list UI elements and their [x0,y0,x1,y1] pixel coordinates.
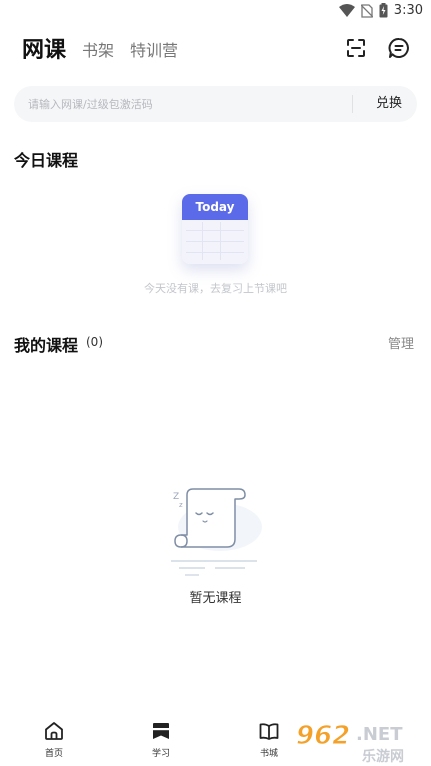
battery-charging-icon [379,3,388,18]
redeem-button[interactable]: 兑换 [366,86,412,122]
book-icon [259,723,279,740]
nav-item-bookstore[interactable]: 书城 [239,720,299,759]
wifi-icon [338,3,355,17]
empty-scroll-illustration: Z z [171,488,262,576]
tab-training-camp[interactable]: 特训营 [130,37,178,61]
status-icons: 3:30 [338,3,423,18]
study-icon [153,723,169,739]
status-bar: 3:30 [0,0,431,24]
today-card-grid [182,220,248,264]
status-time: 3:30 [393,3,423,18]
header: 网课 书架 特训营 [0,30,431,66]
activation-code-input[interactable] [28,86,348,122]
manage-button[interactable]: 管理 [388,333,414,352]
today-card-label: Today [182,194,248,220]
svg-text:z: z [179,501,183,509]
today-courses-title: 今日课程 [14,151,79,170]
today-empty-text: 今天没有课，去复习上节课吧 [144,282,287,295]
my-courses-title: 我的课程 [14,336,79,355]
nav-label-study: 学习 [151,749,170,759]
nav-label-home: 首页 [44,749,63,759]
redeem-bar: 兑换 [14,86,417,122]
divider [352,95,353,113]
home-icon [45,722,63,740]
scan-icon[interactable] [344,36,368,60]
tab-online-courses[interactable]: 网课 [22,32,66,64]
no-sim-icon [360,3,373,18]
tab-bookshelf[interactable]: 书架 [82,37,114,61]
nav-item-home[interactable]: 首页 [24,720,84,759]
nav-item-study[interactable]: 学习 [131,720,191,759]
nav-label-bookstore: 书城 [259,749,278,759]
my-courses-empty-text: 暂无课程 [189,591,242,606]
today-calendar-illustration: Today [182,194,248,264]
my-courses-count: (0) [86,335,103,349]
bottom-nav: 首页 学习 书城 [0,712,431,766]
message-icon[interactable] [387,36,411,60]
